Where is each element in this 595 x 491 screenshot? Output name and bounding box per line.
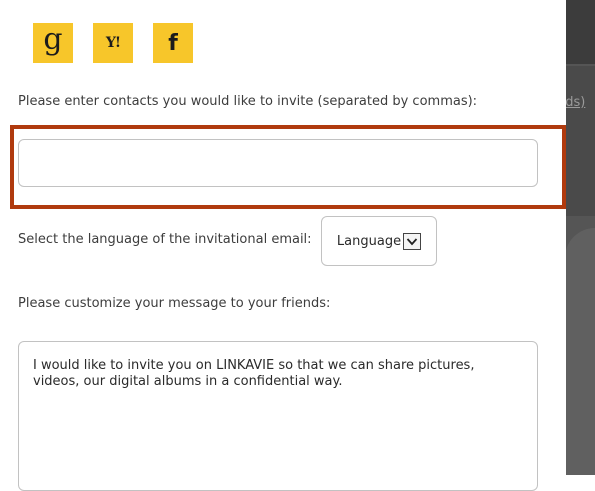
backdrop-photo [565,228,595,475]
backdrop-link[interactable]: nds) [565,95,585,110]
language-label: Select the language of the invitational … [18,232,312,247]
contacts-label: Please enter contacts you would like to … [18,94,478,109]
message-label: Please customize your message to your fr… [18,296,331,311]
language-select[interactable]: Language [321,216,437,266]
page-backdrop: nds) [565,0,595,475]
chevron-down-icon[interactable] [403,232,422,250]
google-icon: g [43,22,63,57]
google-button[interactable]: g [33,23,73,63]
facebook-icon: f [168,30,178,56]
yahoo-icon: Y! [105,35,121,51]
yahoo-button[interactable]: Y! [93,23,133,63]
backdrop-header [565,0,595,64]
backdrop-band [565,66,595,216]
message-textarea[interactable]: I would like to invite you on LINKAVIE s… [18,341,538,491]
invite-dialog: g Y! f Please enter contacts you would l… [0,0,566,491]
language-select-value: Language [336,233,402,249]
facebook-button[interactable]: f [153,23,193,63]
provider-buttons: g Y! f [33,23,193,63]
contacts-input[interactable] [18,139,538,187]
